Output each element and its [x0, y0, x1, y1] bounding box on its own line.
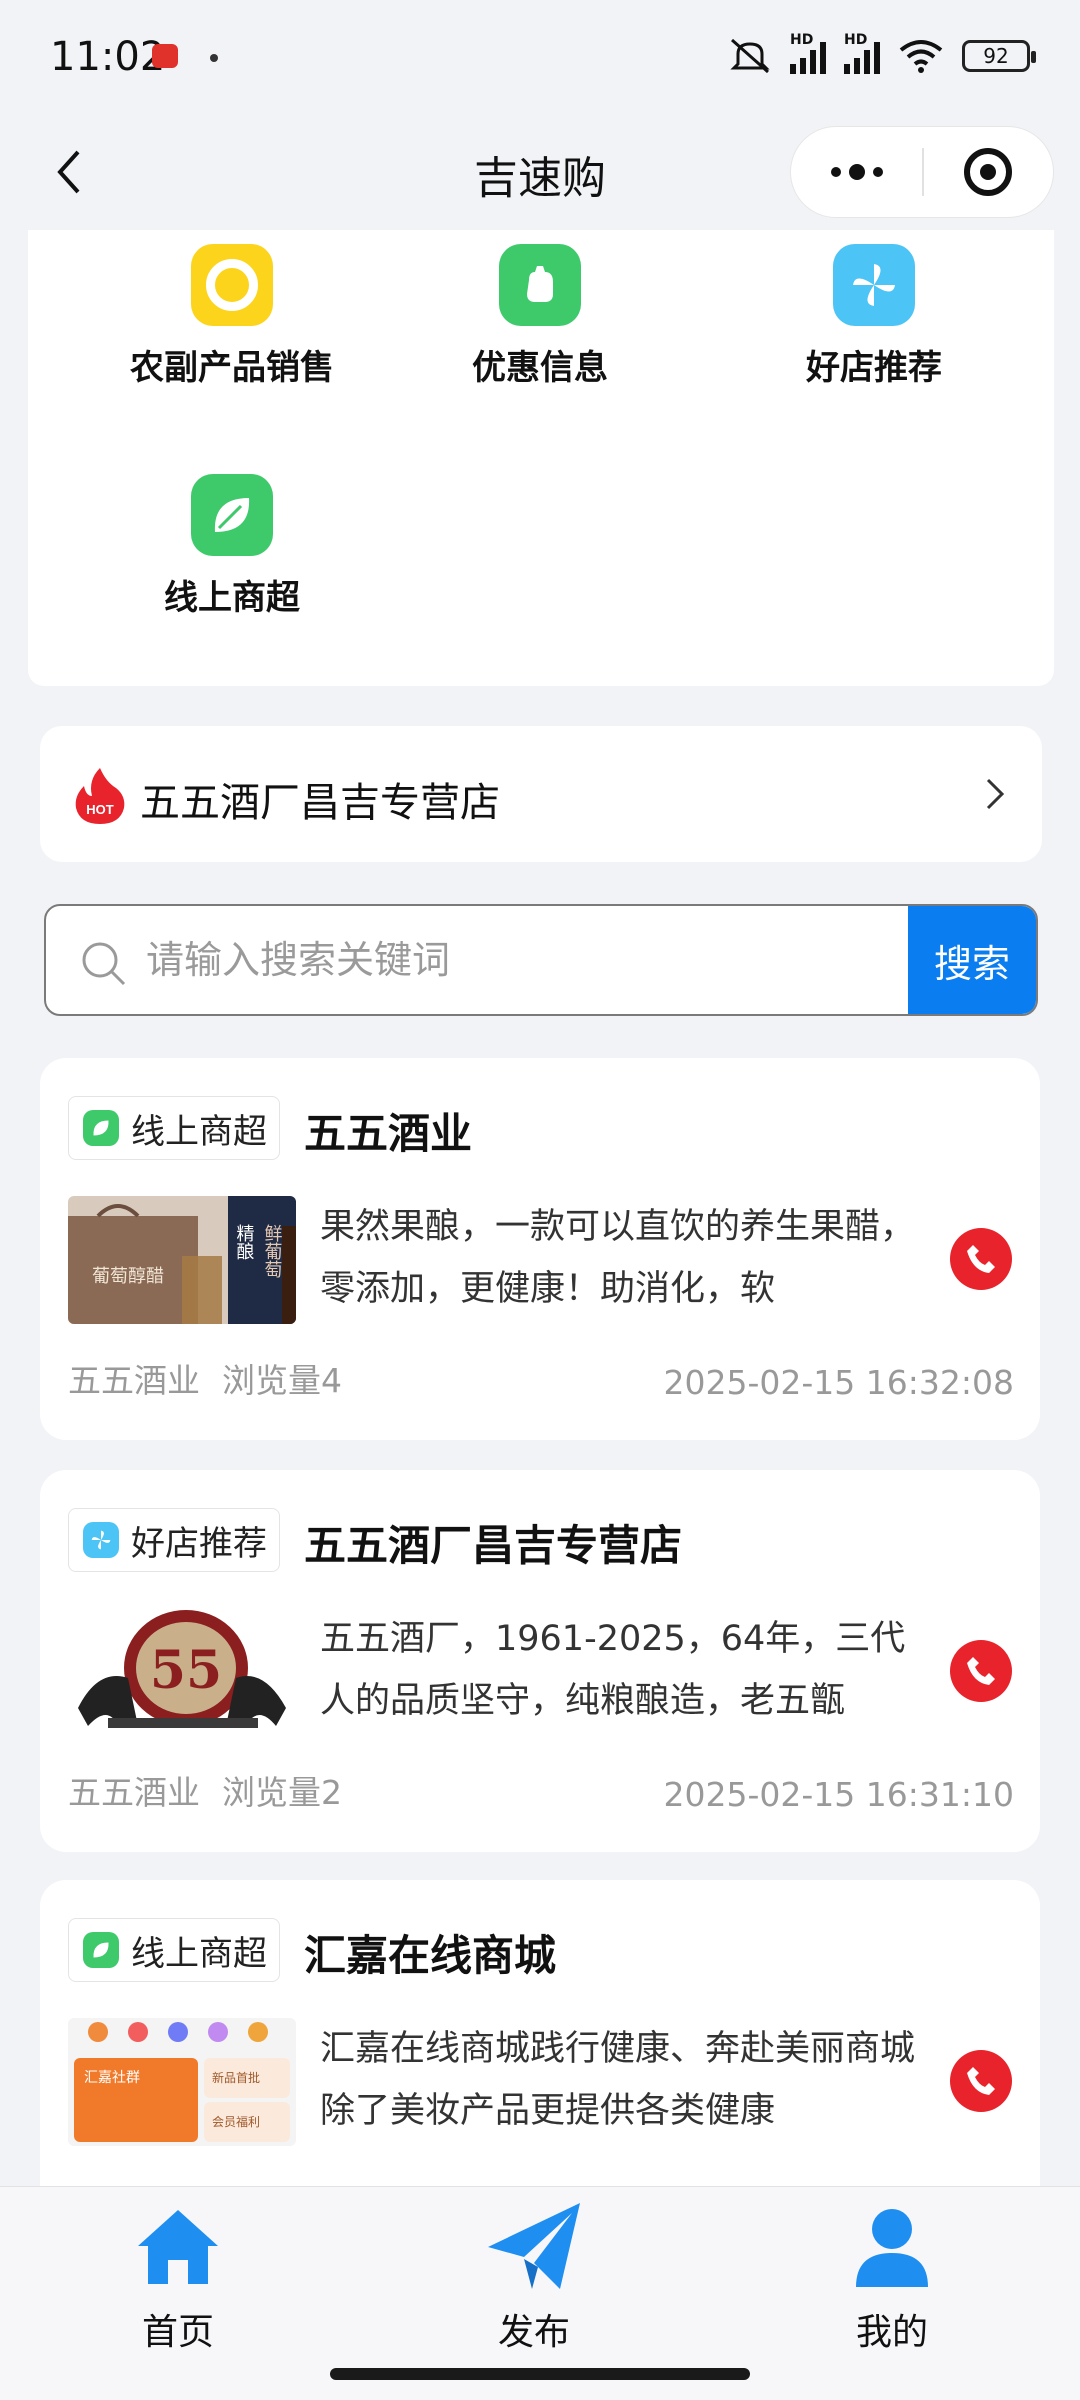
pinwheel-icon: [83, 1522, 119, 1558]
hd-label: HD: [844, 32, 868, 48]
category-good-stores[interactable]: 好店推荐: [724, 244, 1024, 389]
post-thumbnail: 55: [68, 1608, 296, 1736]
hot-store-name: 五五酒厂昌吉专营店: [140, 780, 500, 826]
coupon-blob-icon: [499, 244, 581, 326]
tab-home[interactable]: 首页: [78, 2197, 278, 2355]
hot-badge-text: HOT: [86, 802, 114, 817]
user-icon: [842, 2197, 942, 2297]
thumb-label-b: 鲜葡萄: [262, 1224, 283, 1279]
leaf-icon: [83, 1110, 119, 1146]
status-indicators: HD HD 92: [728, 32, 1036, 76]
paper-plane-icon: [484, 2197, 584, 2297]
post-tag-label: 线上商超: [131, 1111, 267, 1152]
post-card[interactable]: 好店推荐 五五酒厂昌吉专营店 55 五五酒厂，1961-2025，64年，三代人…: [40, 1470, 1040, 1852]
thumb-label-a: 精酿: [234, 1224, 255, 1260]
post-description: 汇嘉在线商城践行健康、奔赴美丽商城除了美妆产品更提供各类健康: [320, 2029, 916, 2131]
leaf-icon: [83, 1932, 119, 1968]
category-label: 线上商超: [164, 578, 300, 618]
wifi-icon: [899, 40, 943, 73]
thumb-number: 55: [150, 1640, 222, 1701]
leaf-icon: [191, 474, 273, 556]
post-tag-label: 好店推荐: [131, 1523, 267, 1564]
phone-icon[interactable]: [950, 2050, 1012, 2112]
tab-publish[interactable]: 发布: [434, 2197, 634, 2355]
post-date: 2025-02-15 16:31:10: [663, 1775, 1014, 1814]
search-input[interactable]: [146, 906, 846, 1014]
post-card[interactable]: 线上商超 五五酒业 葡萄醇醋 精酿 鲜葡萄 果然果酿，一款可以直饮的养生果醋，零…: [40, 1058, 1040, 1440]
search-button[interactable]: 搜索: [908, 906, 1036, 1014]
post-tag: 线上商超: [68, 1918, 280, 1982]
search-icon: [82, 942, 126, 986]
category-label: 农副产品销售: [130, 348, 334, 388]
post-tag-label: 线上商超: [131, 1933, 267, 1974]
post-meta: 五五酒业 浏览量2: [68, 1766, 342, 1814]
post-tag: 好店推荐: [68, 1508, 280, 1572]
category-label: 好店推荐: [806, 348, 942, 388]
post-views: 浏览量2: [222, 1773, 342, 1812]
post-date: 2025-02-15 16:32:08: [663, 1363, 1014, 1402]
notification-app-icon: [152, 44, 178, 68]
tab-label: 我的: [855, 2312, 928, 2353]
post-description: 五五酒厂，1961-2025，64年，三代人的品质坚守，纯粮酿造，老五甑: [320, 1619, 906, 1721]
home-indicator: [330, 2368, 750, 2380]
thumb-product-label: 葡萄醇醋: [92, 1266, 164, 1287]
post-title: 五五酒厂昌吉专营店: [304, 1521, 683, 1570]
post-author: 五五酒业: [68, 1361, 200, 1400]
chevron-right-icon: [986, 778, 1005, 810]
target-icon[interactable]: [924, 127, 1053, 217]
status-bar: 11:02 HD HD 92: [0, 0, 1080, 120]
post-thumbnail: 葡萄醇醋 精酿 鲜葡萄: [68, 1196, 296, 1324]
search-bar: 搜索: [44, 904, 1038, 1016]
post-author: 五五酒业: [68, 1773, 200, 1812]
status-time: 11:02: [50, 34, 166, 80]
thumb-title: 汇嘉社群: [84, 2070, 140, 2086]
category-agri-products[interactable]: 农副产品销售: [82, 244, 382, 389]
notification-dot-icon: [210, 54, 218, 62]
hot-store-banner[interactable]: HOT 五五酒厂昌吉专营店: [40, 726, 1042, 862]
post-meta: 五五酒业 浏览量4: [68, 1354, 342, 1402]
tab-label: 首页: [141, 2312, 214, 2353]
tab-label: 发布: [497, 2312, 570, 2353]
hot-flame-icon: HOT: [75, 768, 125, 824]
category-online-market[interactable]: 线上商超: [82, 474, 382, 619]
signal-icon-2: HD: [844, 32, 880, 74]
mini-program-capsule: [790, 126, 1054, 218]
hd-label: HD: [790, 32, 814, 48]
thumb-item2: 会员福利: [212, 2114, 260, 2129]
post-title: 汇嘉在线商城: [304, 1931, 557, 1980]
pinwheel-icon: [833, 244, 915, 326]
home-icon: [128, 2197, 228, 2297]
post-thumbnail: 汇嘉社群 新品首批 会员福利: [68, 2018, 296, 2146]
category-label: 优惠信息: [472, 348, 608, 388]
post-title: 五五酒业: [304, 1109, 473, 1158]
post-tag: 线上商超: [68, 1096, 280, 1160]
phone-icon[interactable]: [950, 1640, 1012, 1702]
category-card: 农副产品销售 优惠信息 好店推荐 线上商超: [28, 230, 1054, 686]
more-dots-icon[interactable]: [791, 127, 922, 217]
thumb-item1: 新品首批: [212, 2070, 260, 2085]
ring-icon: [191, 244, 273, 326]
post-description: 果然果酿，一款可以直饮的养生果醋，零添加，更健康！助消化，软: [320, 1207, 916, 1309]
tab-mine[interactable]: 我的: [792, 2197, 992, 2355]
post-views: 浏览量4: [222, 1361, 342, 1400]
phone-icon[interactable]: [950, 1228, 1012, 1290]
category-discount-info[interactable]: 优惠信息: [390, 244, 690, 389]
battery-icon: 92: [962, 40, 1036, 72]
signal-icon-1: HD: [790, 32, 826, 74]
mute-icon: [730, 38, 770, 74]
nav-bar: 吉速购: [0, 120, 1080, 230]
